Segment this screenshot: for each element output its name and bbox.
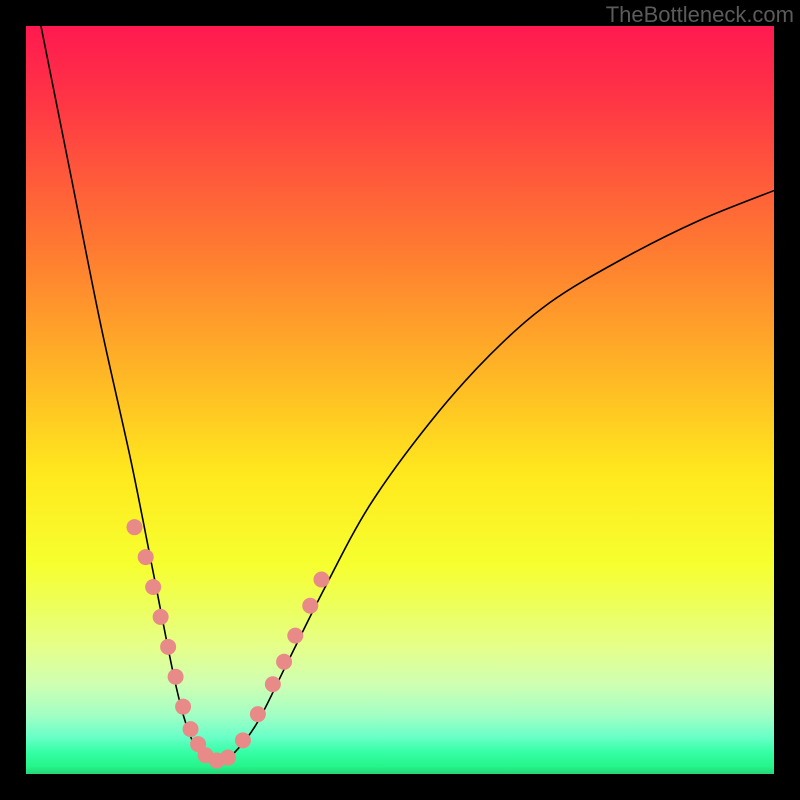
- watermark-label: TheBottleneck.com: [606, 2, 794, 28]
- data-point: [183, 721, 199, 737]
- data-point: [138, 549, 154, 565]
- data-point: [153, 609, 169, 625]
- data-point: [265, 676, 281, 692]
- data-point: [220, 750, 236, 766]
- data-point: [145, 579, 161, 595]
- data-point: [168, 669, 184, 685]
- data-points-group: [126, 519, 329, 768]
- chart-container: TheBottleneck.com: [0, 0, 800, 800]
- data-point: [160, 639, 176, 655]
- data-point: [235, 732, 251, 748]
- data-point: [126, 519, 142, 535]
- plot-area: [26, 26, 774, 774]
- data-point: [250, 706, 266, 722]
- data-point: [313, 572, 329, 588]
- data-point: [302, 598, 318, 614]
- chart-svg: [26, 26, 774, 774]
- data-point: [287, 628, 303, 644]
- data-point: [276, 654, 292, 670]
- bottleneck-curve: [41, 26, 774, 763]
- data-point: [175, 699, 191, 715]
